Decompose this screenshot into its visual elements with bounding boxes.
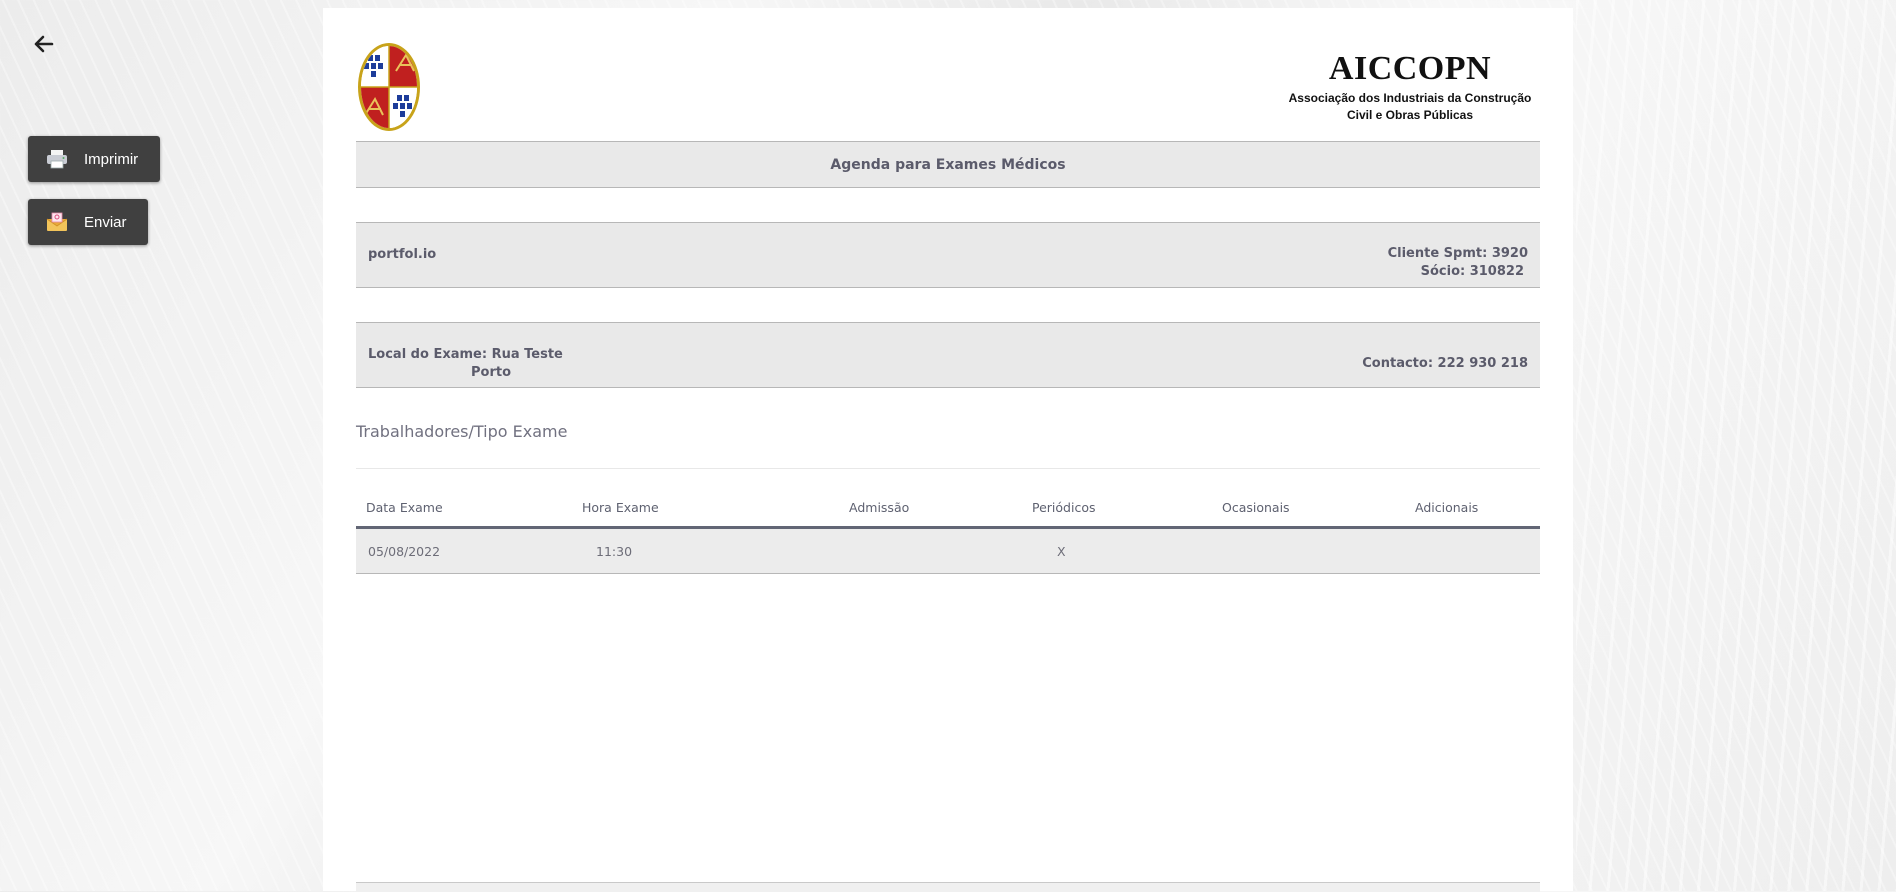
client-info-band: portfol.io Cliente Spmt: 3920 Sócio: 310… xyxy=(356,222,1540,288)
send-button-label: Enviar xyxy=(84,213,127,231)
table-row: 05/08/2022 11:30 X xyxy=(356,529,1540,574)
brand-name: AICCOPN xyxy=(1328,50,1492,87)
exam-location: Local do Exame: Rua Teste Porto xyxy=(368,346,563,382)
brand-subtitle-line1: Associação dos Industriais da Construção xyxy=(1288,91,1532,105)
document-title: Agenda para Exames Médicos xyxy=(356,141,1540,188)
arrow-left-icon xyxy=(34,35,54,53)
column-header-periodicos: Periódicos xyxy=(1032,500,1096,515)
exam-location-line2: Porto xyxy=(471,365,512,380)
print-button-label: Imprimir xyxy=(84,150,139,168)
column-header-adicionais: Adicionais xyxy=(1415,500,1479,515)
print-button[interactable]: Imprimir xyxy=(28,136,160,182)
cell-periodicos: X xyxy=(1057,544,1066,559)
column-header-admissao: Admissão xyxy=(849,500,910,515)
send-button[interactable]: Enviar xyxy=(28,199,148,245)
section-title: Trabalhadores/Tipo Exame xyxy=(356,422,1540,469)
contact-phone: Contacto: 222 930 218 xyxy=(1362,356,1528,371)
background-pattern-right xyxy=(1576,0,1896,891)
column-header-data-exame: Data Exame xyxy=(366,500,443,515)
cell-hora-exame: 11:30 xyxy=(596,544,633,559)
column-header-hora-exame: Hora Exame xyxy=(582,500,659,515)
document-page: AICCOPN Associação dos Industriais da Co… xyxy=(323,8,1573,892)
envelope-icon xyxy=(46,212,68,231)
client-ids: Cliente Spmt: 3920 Sócio: 310822 xyxy=(1388,245,1528,281)
client-name: portfol.io xyxy=(368,247,437,262)
brand-subtitle-line2: Civil e Obras Públicas xyxy=(1346,108,1474,122)
column-header-ocasionais: Ocasionais xyxy=(1222,500,1290,515)
coat-of-arms-logo xyxy=(358,43,420,131)
exam-location-band: Local do Exame: Rua Teste Porto Contacto… xyxy=(356,322,1540,388)
printer-icon xyxy=(47,150,67,169)
back-button[interactable] xyxy=(30,30,58,58)
exam-location-line1: Local do Exame: Rua Teste xyxy=(368,347,563,362)
cliente-spmt: Cliente Spmt: 3920 xyxy=(1387,246,1528,261)
exams-table: Data Exame Hora Exame Admissão Periódico… xyxy=(356,490,1540,574)
socio-number: Sócio: 310822 xyxy=(1420,264,1524,279)
brand-block: AICCOPN Associação dos Industriais da Co… xyxy=(1285,50,1535,124)
document-title-text: Agenda para Exames Médicos xyxy=(830,156,1066,173)
cell-data-exame: 05/08/2022 xyxy=(368,544,441,559)
table-header: Data Exame Hora Exame Admissão Periódico… xyxy=(356,490,1540,529)
